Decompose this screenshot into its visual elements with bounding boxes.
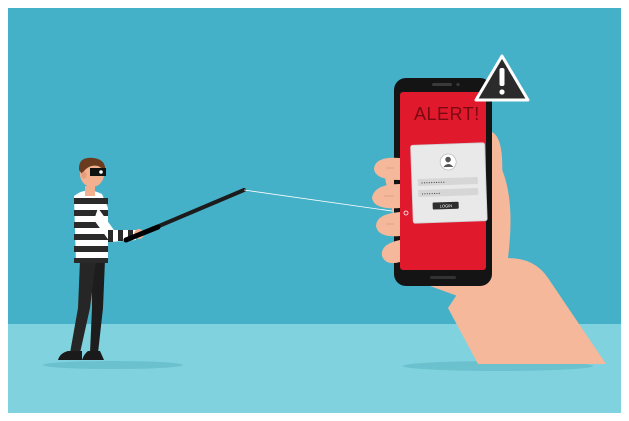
password-mask-1: •••••••••• [421,180,445,186]
login-card: •••••••••• •••••••• LOGIN [410,142,488,224]
hacker-shadow [43,361,183,369]
illustration-scene: ALERT! •••••••••• •••••••• LOGIN [8,8,621,413]
bandit-mask [90,168,106,176]
alert-text: ALERT! [414,104,480,124]
smartphone: ALERT! •••••••••• •••••••• LOGIN [394,78,492,286]
user-icon [439,153,457,171]
login-button-label: LOGIN [440,203,453,208]
password-mask-2: •••••••• [421,191,440,197]
